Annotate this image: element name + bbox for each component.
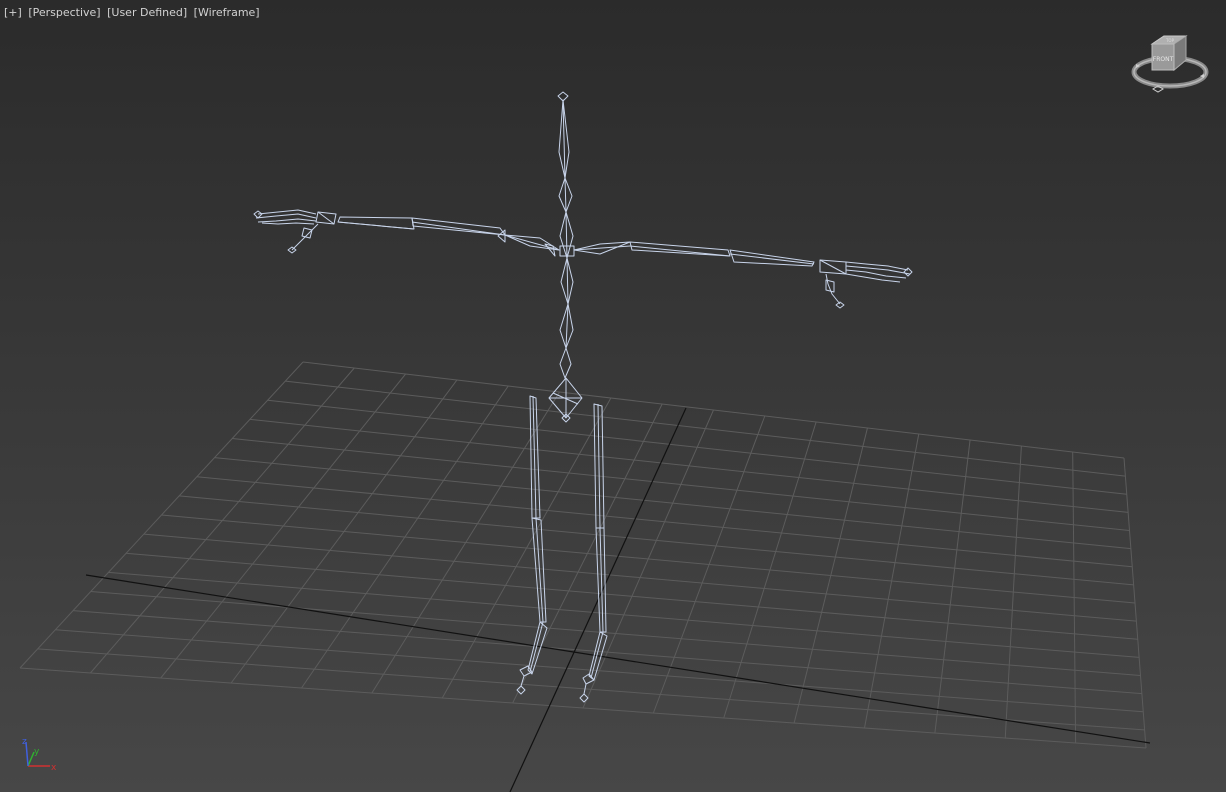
axis-y-label: y (34, 747, 40, 757)
axis-x-label: x (51, 763, 57, 773)
axis-z-label: z (22, 737, 27, 747)
axis-tripod: x y z (22, 737, 57, 773)
perspective-viewport[interactable]: [+] [Perspective] [User Defined] [Wirefr… (0, 0, 1226, 792)
